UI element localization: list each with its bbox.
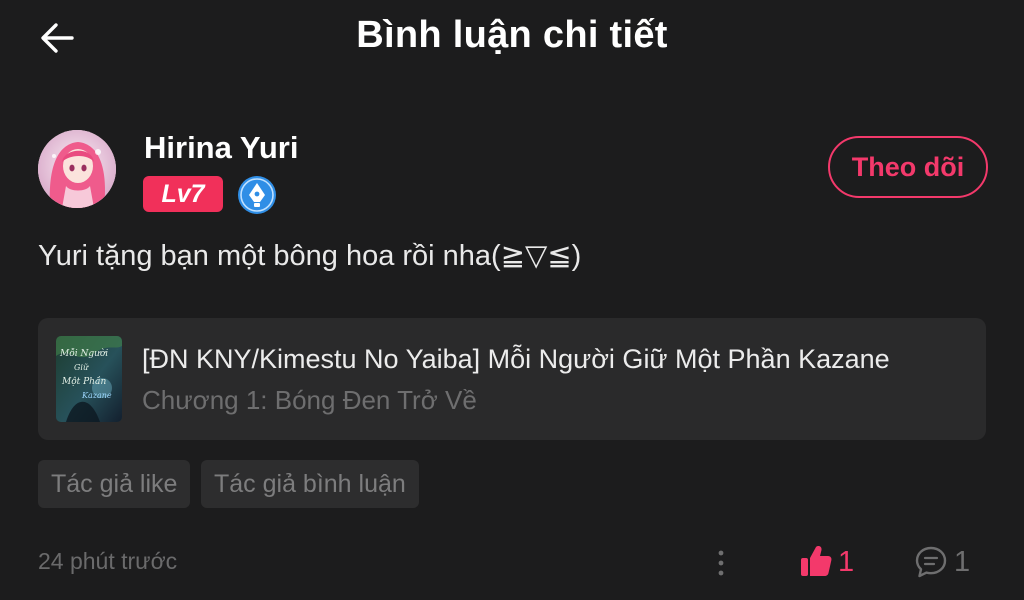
comment-bubble-icon <box>915 546 947 578</box>
book-card[interactable]: Mỗi Người Giữ Một Phần Kazane [ĐN KNY/Ki… <box>38 318 986 440</box>
header: Bình luận chi tiết <box>0 0 1024 80</box>
comment-detail-page: Bình luận chi tiết Hirina Yuri Lv7 Theo … <box>0 0 1024 600</box>
avatar[interactable] <box>38 130 116 208</box>
cover-text-1: Mỗi Người <box>59 348 108 359</box>
follow-button[interactable]: Theo dõi <box>828 136 988 198</box>
cover-text-4: Kazane <box>81 391 112 400</box>
like-count: 1 <box>838 546 855 578</box>
reply-count: 1 <box>954 546 971 578</box>
cover-text-2: Giữ <box>74 363 89 372</box>
book-chapter: Chương 1: Bóng Đen Trở Về <box>142 385 477 415</box>
tag-author-liked[interactable]: Tác giả like <box>38 460 191 508</box>
pen-nib-badge-icon <box>236 174 278 216</box>
cover-text-3: Một Phần <box>61 376 106 387</box>
timestamp: 24 phút trước <box>38 548 178 574</box>
user-row: Hirina Yuri Lv7 Theo dõi <box>38 130 988 214</box>
comment-text: Yuri tặng bạn một bông hoa rồi nha(≧▽≦) <box>38 240 582 272</box>
page-title: Bình luận chi tiết <box>356 14 668 56</box>
username[interactable]: Hirina Yuri <box>144 130 299 166</box>
thumbs-up-icon <box>801 546 832 576</box>
book-title: [ĐN KNY/Kimestu No Yaiba] Mỗi Người Giữ … <box>142 344 890 374</box>
tag-author-commented[interactable]: Tác giả bình luận <box>201 460 419 508</box>
more-vertical-icon[interactable] <box>712 546 730 580</box>
book-cover: Mỗi Người Giữ Một Phần Kazane <box>56 336 122 422</box>
level-badge: Lv7 <box>143 176 223 212</box>
avatar-image <box>38 130 116 208</box>
